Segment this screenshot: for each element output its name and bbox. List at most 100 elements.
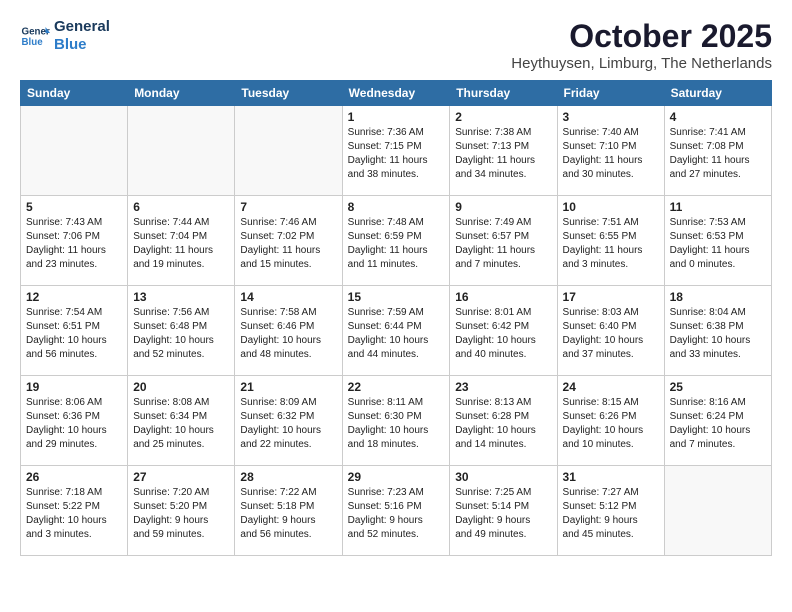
page: General Blue General Blue October 2025 H… (0, 0, 792, 574)
logo-text: General Blue (54, 18, 110, 54)
day-number: 24 (563, 380, 659, 394)
calendar-cell: 3Sunrise: 7:40 AM Sunset: 7:10 PM Daylig… (557, 106, 664, 196)
weekday-header-saturday: Saturday (664, 81, 771, 106)
day-info: Sunrise: 7:23 AM Sunset: 5:16 PM Dayligh… (348, 486, 445, 542)
week-row-4: 19 Sunrise: 8:06 AM Sunset: 6:36 PM Dayli… (21, 376, 772, 466)
calendar-cell: 10 Sunrise: 7:51 AM Sunset: 6:55 PM Dayli… (557, 196, 664, 286)
weekday-header-sunday: Sunday (21, 81, 128, 106)
weekday-header-wednesday: Wednesday (342, 81, 450, 106)
day-number: 20 (133, 380, 229, 394)
day-info: Sunrise: 7:56 AM Sunset: 6:48 PM Dayligh… (133, 306, 229, 362)
calendar-cell: 27Sunrise: 7:20 AM Sunset: 5:20 PM Dayli… (128, 466, 235, 556)
calendar-cell: 30 Sunrise: 7:25 AM Sunset: 5:14 PM Dayli… (450, 466, 557, 556)
calendar-cell: 17 Sunrise: 8:03 AM Sunset: 6:40 PM Dayli… (557, 286, 664, 376)
logo-icon: General Blue (20, 21, 50, 51)
svg-text:Blue: Blue (22, 37, 44, 48)
calendar-cell (128, 106, 235, 196)
day-info: Sunrise: 7:27 AM Sunset: 5:12 PM Dayligh… (563, 486, 659, 542)
calendar-cell: 15 Sunrise: 7:59 AM Sunset: 6:44 PM Dayli… (342, 286, 450, 376)
weekday-header-thursday: Thursday (450, 81, 557, 106)
day-info: Sunrise: 8:16 AM Sunset: 6:24 PM Dayligh… (670, 396, 766, 452)
calendar-cell: 29Sunrise: 7:23 AM Sunset: 5:16 PM Dayli… (342, 466, 450, 556)
day-number: 2 (455, 110, 551, 124)
calendar-cell: 8 Sunrise: 7:48 AM Sunset: 6:59 PM Daylig… (342, 196, 450, 286)
week-row-5: 26 Sunrise: 7:18 AM Sunset: 5:22 PM Dayli… (21, 466, 772, 556)
day-info: Sunrise: 7:49 AM Sunset: 6:57 PM Dayligh… (455, 216, 551, 272)
day-number: 17 (563, 290, 659, 304)
day-info: Sunrise: 7:18 AM Sunset: 5:22 PM Dayligh… (26, 486, 122, 542)
title-block: October 2025 Heythuysen, Limburg, The Ne… (511, 18, 772, 72)
calendar-cell: 26 Sunrise: 7:18 AM Sunset: 5:22 PM Dayli… (21, 466, 128, 556)
day-info: Sunrise: 8:03 AM Sunset: 6:40 PM Dayligh… (563, 306, 659, 362)
day-info: Sunrise: 8:15 AM Sunset: 6:26 PM Dayligh… (563, 396, 659, 452)
day-info: Sunrise: 8:13 AM Sunset: 6:28 PM Dayligh… (455, 396, 551, 452)
day-info: Sunrise: 7:48 AM Sunset: 6:59 PM Dayligh… (348, 216, 445, 272)
day-number: 1 (348, 110, 445, 124)
header: General Blue General Blue October 2025 H… (20, 18, 772, 72)
day-number: 10 (563, 200, 659, 214)
day-number: 7 (240, 200, 336, 214)
weekday-header-tuesday: Tuesday (235, 81, 342, 106)
calendar-cell: 2 Sunrise: 7:38 AM Sunset: 7:13 PM Daylig… (450, 106, 557, 196)
calendar-cell: 14 Sunrise: 7:58 AM Sunset: 6:46 PM Dayli… (235, 286, 342, 376)
day-number: 13 (133, 290, 229, 304)
day-number: 21 (240, 380, 336, 394)
calendar-cell: 19 Sunrise: 8:06 AM Sunset: 6:36 PM Dayli… (21, 376, 128, 466)
calendar-cell: 24 Sunrise: 8:15 AM Sunset: 6:26 PM Dayli… (557, 376, 664, 466)
day-number: 26 (26, 470, 122, 484)
calendar-cell: 9 Sunrise: 7:49 AM Sunset: 6:57 PM Daylig… (450, 196, 557, 286)
calendar-cell: 12 Sunrise: 7:54 AM Sunset: 6:51 PM Dayli… (21, 286, 128, 376)
day-number: 25 (670, 380, 766, 394)
day-info: Sunrise: 7:44 AM Sunset: 7:04 PM Dayligh… (133, 216, 229, 272)
day-number: 6 (133, 200, 229, 214)
day-info: Sunrise: 8:09 AM Sunset: 6:32 PM Dayligh… (240, 396, 336, 452)
calendar-cell: 31 Sunrise: 7:27 AM Sunset: 5:12 PM Dayli… (557, 466, 664, 556)
day-number: 5 (26, 200, 122, 214)
day-number: 15 (348, 290, 445, 304)
calendar-cell: 1Sunrise: 7:36 AM Sunset: 7:15 PM Daylig… (342, 106, 450, 196)
day-number: 9 (455, 200, 551, 214)
day-number: 23 (455, 380, 551, 394)
calendar-cell: 6 Sunrise: 7:44 AM Sunset: 7:04 PM Daylig… (128, 196, 235, 286)
day-number: 8 (348, 200, 445, 214)
day-number: 11 (670, 200, 766, 214)
calendar-cell (235, 106, 342, 196)
day-number: 16 (455, 290, 551, 304)
logo: General Blue General Blue (20, 18, 110, 54)
day-number: 14 (240, 290, 336, 304)
day-number: 19 (26, 380, 122, 394)
calendar-cell (21, 106, 128, 196)
calendar-cell: 20Sunrise: 8:08 AM Sunset: 6:34 PM Dayli… (128, 376, 235, 466)
day-info: Sunrise: 7:43 AM Sunset: 7:06 PM Dayligh… (26, 216, 122, 272)
calendar-cell: 11Sunrise: 7:53 AM Sunset: 6:53 PM Dayli… (664, 196, 771, 286)
day-info: Sunrise: 7:38 AM Sunset: 7:13 PM Dayligh… (455, 126, 551, 182)
day-number: 30 (455, 470, 551, 484)
calendar-cell: 28 Sunrise: 7:22 AM Sunset: 5:18 PM Dayli… (235, 466, 342, 556)
calendar-cell: 7 Sunrise: 7:46 AM Sunset: 7:02 PM Daylig… (235, 196, 342, 286)
day-info: Sunrise: 8:04 AM Sunset: 6:38 PM Dayligh… (670, 306, 766, 362)
day-info: Sunrise: 7:22 AM Sunset: 5:18 PM Dayligh… (240, 486, 336, 542)
day-number: 12 (26, 290, 122, 304)
day-info: Sunrise: 7:41 AM Sunset: 7:08 PM Dayligh… (670, 126, 766, 182)
day-info: Sunrise: 8:01 AM Sunset: 6:42 PM Dayligh… (455, 306, 551, 362)
day-number: 18 (670, 290, 766, 304)
day-number: 31 (563, 470, 659, 484)
day-info: Sunrise: 7:20 AM Sunset: 5:20 PM Dayligh… (133, 486, 229, 542)
day-info: Sunrise: 7:40 AM Sunset: 7:10 PM Dayligh… (563, 126, 659, 182)
day-info: Sunrise: 7:51 AM Sunset: 6:55 PM Dayligh… (563, 216, 659, 272)
month-title: October 2025 (511, 18, 772, 55)
calendar-cell: 13 Sunrise: 7:56 AM Sunset: 6:48 PM Dayli… (128, 286, 235, 376)
day-info: Sunrise: 7:54 AM Sunset: 6:51 PM Dayligh… (26, 306, 122, 362)
day-info: Sunrise: 7:46 AM Sunset: 7:02 PM Dayligh… (240, 216, 336, 272)
day-info: Sunrise: 7:59 AM Sunset: 6:44 PM Dayligh… (348, 306, 445, 362)
calendar-cell: 21 Sunrise: 8:09 AM Sunset: 6:32 PM Dayli… (235, 376, 342, 466)
day-info: Sunrise: 7:58 AM Sunset: 6:46 PM Dayligh… (240, 306, 336, 362)
day-info: Sunrise: 8:06 AM Sunset: 6:36 PM Dayligh… (26, 396, 122, 452)
calendar-cell: 4Sunrise: 7:41 AM Sunset: 7:08 PM Daylig… (664, 106, 771, 196)
day-info: Sunrise: 7:25 AM Sunset: 5:14 PM Dayligh… (455, 486, 551, 542)
week-row-2: 5 Sunrise: 7:43 AM Sunset: 7:06 PM Daylig… (21, 196, 772, 286)
calendar-cell: 5 Sunrise: 7:43 AM Sunset: 7:06 PM Daylig… (21, 196, 128, 286)
day-number: 28 (240, 470, 336, 484)
calendar-cell: 16 Sunrise: 8:01 AM Sunset: 6:42 PM Dayli… (450, 286, 557, 376)
calendar-cell: 18 Sunrise: 8:04 AM Sunset: 6:38 PM Dayli… (664, 286, 771, 376)
